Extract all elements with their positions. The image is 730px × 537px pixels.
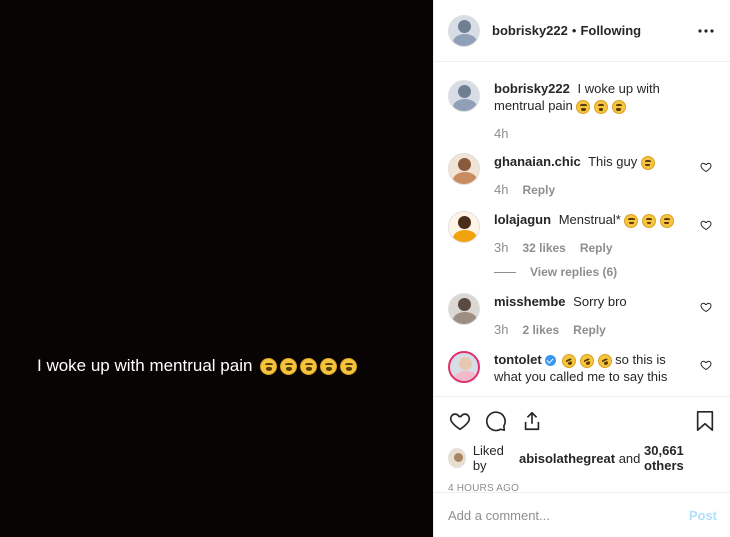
liked-by-prefix: Liked by bbox=[472, 443, 504, 473]
caption-time[interactable]: 4h bbox=[494, 126, 508, 141]
weary-face-icon bbox=[280, 357, 298, 375]
follow-status-button[interactable]: Following bbox=[580, 23, 641, 38]
share-icon bbox=[524, 411, 540, 431]
rofl-face-icon bbox=[577, 351, 597, 370]
post-comment-button[interactable]: Post bbox=[689, 508, 717, 523]
commenter-avatar[interactable] bbox=[448, 293, 480, 325]
bookmark-icon bbox=[696, 411, 714, 431]
media-emojis bbox=[260, 357, 358, 375]
comment-text: This guy bbox=[588, 154, 638, 169]
comment-text: Menstrual* bbox=[558, 212, 621, 227]
comment-input[interactable] bbox=[448, 507, 689, 523]
comment-username[interactable]: lolajagun bbox=[494, 212, 551, 227]
replies-divider bbox=[494, 271, 516, 273]
like-comment-heart-icon[interactable] bbox=[700, 161, 712, 173]
comment-item: misshembe Sorry bro 3h 2 likes Reply bbox=[448, 293, 716, 337]
comment-likes[interactable]: 2 likes bbox=[522, 323, 559, 337]
comment-time[interactable]: 4h bbox=[494, 182, 508, 197]
author-avatar[interactable] bbox=[448, 14, 480, 47]
more-options-button[interactable] bbox=[696, 21, 716, 41]
comment-time[interactable]: 3h bbox=[494, 322, 508, 337]
more-horizontal-icon bbox=[698, 28, 714, 33]
reply-button[interactable]: Reply bbox=[573, 323, 606, 337]
liked-by-others[interactable]: 30,661 others bbox=[644, 443, 717, 473]
rofl-face-icon bbox=[595, 351, 614, 370]
weary-face-icon bbox=[594, 99, 609, 114]
author-avatar[interactable] bbox=[448, 80, 480, 112]
verified-badge-icon bbox=[544, 355, 556, 367]
liker-avatar[interactable] bbox=[448, 448, 466, 468]
heart-icon bbox=[449, 413, 471, 431]
comment-text: Sorry bro bbox=[573, 294, 627, 309]
save-button[interactable] bbox=[693, 409, 717, 433]
reply-button[interactable]: Reply bbox=[522, 183, 555, 197]
post-media[interactable]: I woke up with mentrual pain bbox=[0, 0, 433, 537]
reply-button[interactable]: Reply bbox=[580, 241, 613, 255]
laughing-face-icon bbox=[659, 213, 674, 228]
add-comment-bar: Post bbox=[434, 492, 730, 537]
comment-item: ghanaian.chic This guy 4h Reply bbox=[448, 153, 716, 197]
share-button[interactable] bbox=[520, 409, 544, 433]
like-comment-heart-icon[interactable] bbox=[700, 301, 712, 313]
like-button[interactable] bbox=[448, 409, 472, 433]
post-caption: bobrisky222 I woke up with mentrual pain… bbox=[448, 80, 716, 141]
like-comment-heart-icon[interactable] bbox=[700, 219, 712, 231]
weary-face-icon bbox=[260, 357, 278, 375]
liked-by: Liked by abisolathegreat and 30,661 othe… bbox=[448, 443, 717, 473]
comment-bubble-icon bbox=[486, 411, 506, 432]
header-separator: • bbox=[571, 23, 577, 38]
comment-username[interactable]: misshembe bbox=[494, 294, 566, 309]
like-comment-heart-icon[interactable] bbox=[700, 359, 712, 371]
post-sidebar: bobrisky222 • Following bobrisky222 I wo… bbox=[433, 0, 730, 537]
post-header: bobrisky222 • Following bbox=[434, 0, 730, 62]
comment-likes[interactable]: 32 likes bbox=[522, 241, 565, 255]
laughing-face-icon bbox=[640, 155, 655, 170]
laughing-face-icon bbox=[642, 213, 657, 228]
liked-by-middle: and bbox=[618, 450, 641, 466]
weary-face-icon bbox=[576, 99, 591, 114]
weary-face-icon bbox=[320, 357, 338, 375]
commenter-avatar[interactable] bbox=[448, 351, 480, 383]
view-replies-label: View replies (6) bbox=[530, 265, 618, 279]
weary-face-icon bbox=[300, 357, 318, 375]
weary-face-icon bbox=[611, 99, 626, 114]
author-username[interactable]: bobrisky222 bbox=[492, 23, 568, 38]
weary-face-icon bbox=[340, 357, 358, 375]
media-caption: I woke up with mentrual pain bbox=[37, 356, 358, 376]
post-actions: Liked by abisolathegreat and 30,661 othe… bbox=[434, 396, 730, 494]
liked-by-user[interactable]: abisolathegreat bbox=[519, 451, 615, 466]
comment-button[interactable] bbox=[484, 409, 508, 433]
comment-item: lolajagun Menstrual* 3h 32 likes Reply V… bbox=[448, 211, 716, 279]
rofl-face-icon bbox=[559, 351, 579, 370]
comment-username[interactable]: ghanaian.chic bbox=[494, 154, 581, 169]
comment-item: tontolet so this is what you called me t… bbox=[448, 351, 716, 385]
caption-username[interactable]: bobrisky222 bbox=[494, 81, 570, 96]
comments-list[interactable]: bobrisky222 I woke up with mentrual pain… bbox=[434, 62, 730, 396]
comment-time[interactable]: 3h bbox=[494, 240, 508, 255]
laughing-face-icon bbox=[624, 213, 639, 228]
commenter-avatar[interactable] bbox=[448, 153, 480, 185]
commenter-avatar[interactable] bbox=[448, 211, 480, 243]
action-row bbox=[448, 407, 717, 435]
comment-username[interactable]: tontolet bbox=[494, 352, 542, 367]
media-caption-text: I woke up with mentrual pain bbox=[37, 356, 253, 375]
view-replies-button[interactable]: View replies (6) bbox=[494, 265, 690, 279]
